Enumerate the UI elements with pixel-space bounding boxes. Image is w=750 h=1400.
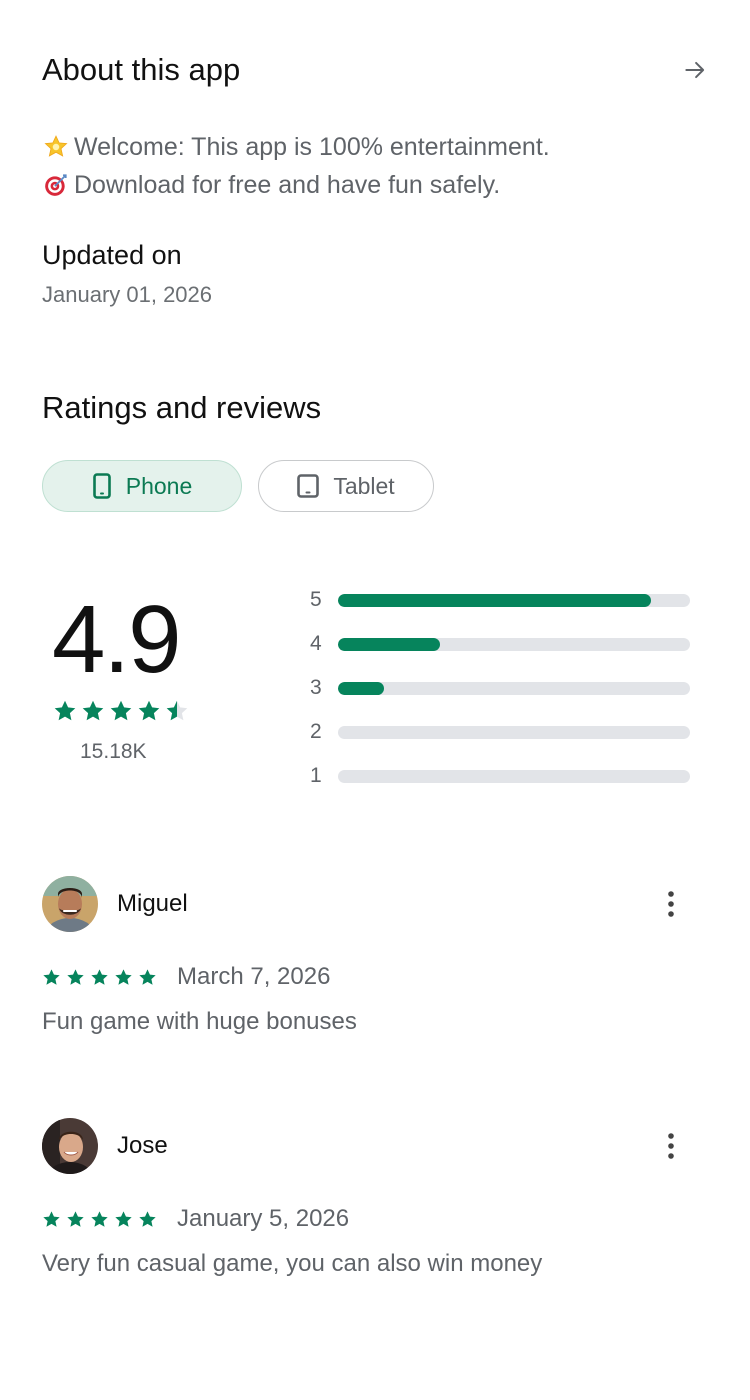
star-icon (115, 1210, 132, 1227)
review-text: Very fun casual game, you can also win m… (42, 1250, 543, 1277)
average-rating: 4.9 (52, 586, 181, 693)
rating-bar-label: 5 (310, 588, 322, 611)
reviewer-name: Miguel (117, 890, 188, 917)
half-star-icon (166, 700, 188, 721)
star-icon (91, 968, 108, 985)
ratings-title: Ratings and reviews (42, 390, 322, 425)
more-options-button[interactable] (659, 884, 683, 924)
rating-bar-label: 2 (310, 720, 322, 743)
updated-date: January 01, 2026 (42, 282, 213, 307)
star-icon (43, 1210, 60, 1227)
rating-bar-track (338, 593, 690, 607)
rating-bar-label: 3 (310, 676, 322, 699)
star-icon (138, 700, 160, 721)
rating-bar-track (338, 769, 690, 783)
star-emoji-icon (42, 133, 70, 161)
phone-chip[interactable]: Phone (42, 460, 242, 512)
arrow-right-icon (685, 61, 705, 79)
target-emoji-icon (42, 171, 70, 199)
review-meta: March 7, 2026 (42, 962, 708, 992)
rating-bar-fill (338, 637, 441, 651)
review-header: Miguel (42, 876, 708, 932)
rating-bar-track (338, 637, 690, 651)
review-date: January 5, 2026 (177, 1205, 350, 1232)
tablet-chip-label: Tablet (333, 472, 395, 499)
review-stars (42, 1210, 157, 1229)
star-icon (139, 968, 156, 985)
star-icon (67, 1210, 84, 1227)
description-text-1: Welcome: This app is 100% entertainment. (74, 133, 550, 161)
rating-bar-fill (338, 681, 384, 695)
more-vert-icon (668, 1133, 674, 1159)
review-stars (42, 968, 157, 987)
star-icon (82, 700, 104, 721)
star-icon (110, 700, 132, 721)
rating-bar-row: 5 (306, 578, 690, 622)
review-meta: January 5, 2026 (42, 1204, 708, 1234)
rating-bar-track (338, 725, 690, 739)
rating-distribution: 5 4 3 2 1 (306, 578, 690, 798)
rating-bar-row: 1 (306, 754, 690, 798)
app-description: Welcome: This app is 100% entertainment.… (42, 128, 550, 204)
tablet-icon (297, 474, 320, 498)
tablet-chip[interactable]: Tablet (258, 460, 434, 512)
review-card: Jose January 5, 2026 Very fun casual gam… (42, 1118, 708, 1278)
description-line-1: Welcome: This app is 100% entertainment. (42, 128, 550, 166)
avatar[interactable] (42, 1118, 98, 1174)
star-icon (139, 1210, 156, 1227)
about-arrow-button[interactable] (668, 50, 708, 90)
rating-bar-row: 4 (306, 622, 690, 666)
star-icon (43, 968, 60, 985)
review-text: Fun game with huge bonuses (42, 1008, 357, 1035)
description-line-2: Download for free and have fun safely. (42, 166, 550, 204)
rating-count: 15.18K (80, 740, 147, 763)
star-icon (54, 700, 76, 721)
rating-bar-label: 1 (310, 764, 322, 787)
reviewer-name: Jose (117, 1132, 168, 1159)
avatar[interactable] (42, 876, 98, 932)
about-header[interactable]: About this app (42, 50, 708, 90)
more-options-button[interactable] (659, 1126, 683, 1166)
description-text-2: Download for free and have fun safely. (74, 171, 501, 199)
rating-bar-fill (338, 593, 652, 607)
star-icon (67, 968, 84, 985)
star-icon (91, 1210, 108, 1227)
star-icon (115, 968, 132, 985)
rating-bar-row: 3 (306, 666, 690, 710)
phone-chip-label: Phone (125, 472, 193, 499)
rating-bar-row: 2 (306, 710, 690, 754)
review-date: March 7, 2026 (177, 963, 331, 990)
review-header: Jose (42, 1118, 708, 1174)
more-vert-icon (668, 891, 674, 917)
phone-icon (92, 473, 111, 499)
about-title: About this app (42, 52, 241, 87)
rating-bar-label: 4 (310, 632, 322, 655)
rating-bar-track (338, 681, 690, 695)
updated-title: Updated on (42, 240, 182, 270)
average-stars (53, 699, 189, 723)
review-card: Miguel March 7, 2026 Fun game with huge … (42, 876, 708, 1036)
